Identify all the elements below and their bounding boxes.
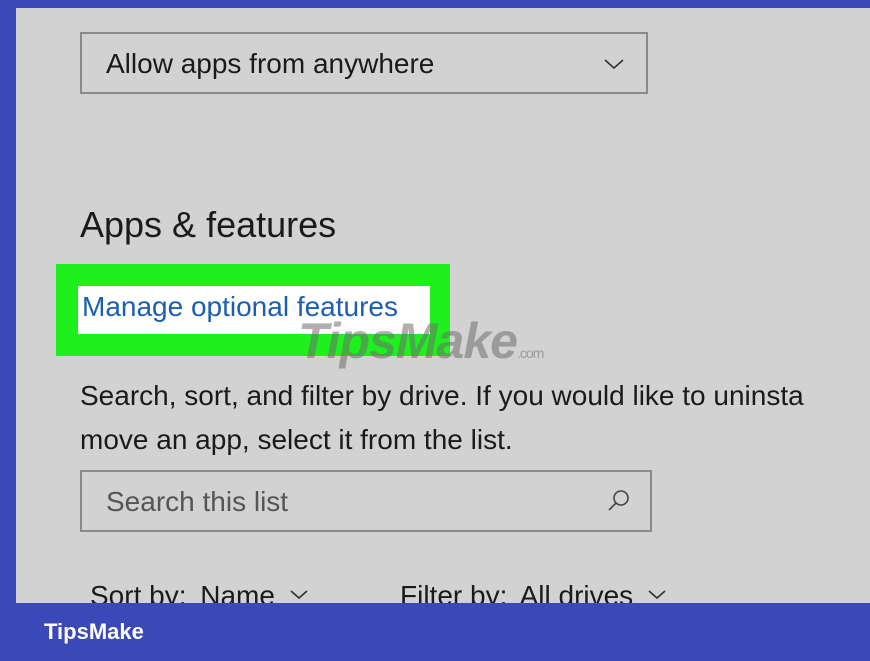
sort-by-control[interactable]: Sort by: Name (90, 580, 315, 603)
description-line-1: Search, sort, and filter by drive. If yo… (80, 380, 804, 411)
description-line-2: move an app, select it from the list. (80, 424, 513, 455)
footer-bar: TipsMake (0, 603, 870, 661)
search-box[interactable] (80, 470, 652, 532)
section-title: Apps & features (80, 204, 337, 245)
brand-logo: TipsMake (44, 619, 144, 644)
dropdown-value: Allow apps from anywhere (106, 48, 435, 79)
description: Search, sort, and filter by drive. If yo… (80, 374, 870, 462)
watermark: TipsMake.com (298, 312, 544, 370)
filter-by-control[interactable]: Filter by: All drives (400, 580, 673, 603)
sort-value: Name (200, 580, 275, 603)
filter-value: All drives (519, 580, 634, 603)
watermark-text: TipsMake (298, 313, 518, 369)
search-icon[interactable] (606, 488, 632, 519)
sort-label: Sort by: (90, 580, 187, 603)
settings-panel: Allow apps from anywhere Apps & features… (16, 8, 870, 603)
chevron-down-icon (647, 580, 667, 603)
search-input[interactable] (104, 484, 568, 520)
chevron-down-icon (289, 580, 309, 603)
chevron-down-icon (602, 52, 626, 81)
app-install-dropdown[interactable]: Allow apps from anywhere (80, 32, 648, 94)
watermark-suffix: .com (516, 345, 544, 361)
filter-label: Filter by: (400, 580, 508, 603)
sort-filter-row: Sort by: Name Filter by: All drives (90, 580, 666, 603)
